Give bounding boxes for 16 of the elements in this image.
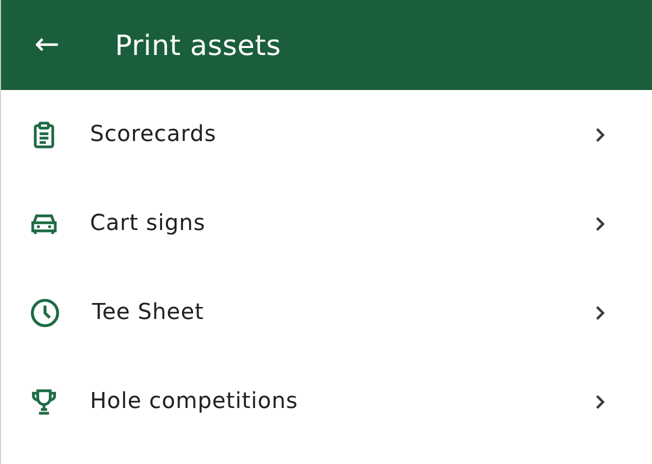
menu-label: Hole competitions <box>90 389 299 414</box>
menu-label: Scorecards <box>90 122 218 147</box>
menu-label: Tee Sheet <box>92 300 205 325</box>
menu-item[interactable]: Hole competitions <box>1 357 652 446</box>
back-button[interactable]: ← <box>30 30 64 60</box>
chevron-right-icon <box>594 304 606 320</box>
page-title: Print assets <box>115 28 282 62</box>
clock-icon <box>29 296 61 328</box>
trophy-icon <box>29 386 59 416</box>
menu-item[interactable]: Tee Sheet <box>1 268 652 357</box>
chevron-right-icon <box>594 126 606 142</box>
menu-item[interactable]: Cart signs <box>1 179 652 268</box>
menu-item[interactable]: Scorecards <box>1 90 652 179</box>
chevron-right-icon <box>594 394 606 410</box>
chevron-right-icon <box>594 216 606 232</box>
menu-label: Cart signs <box>90 211 206 236</box>
